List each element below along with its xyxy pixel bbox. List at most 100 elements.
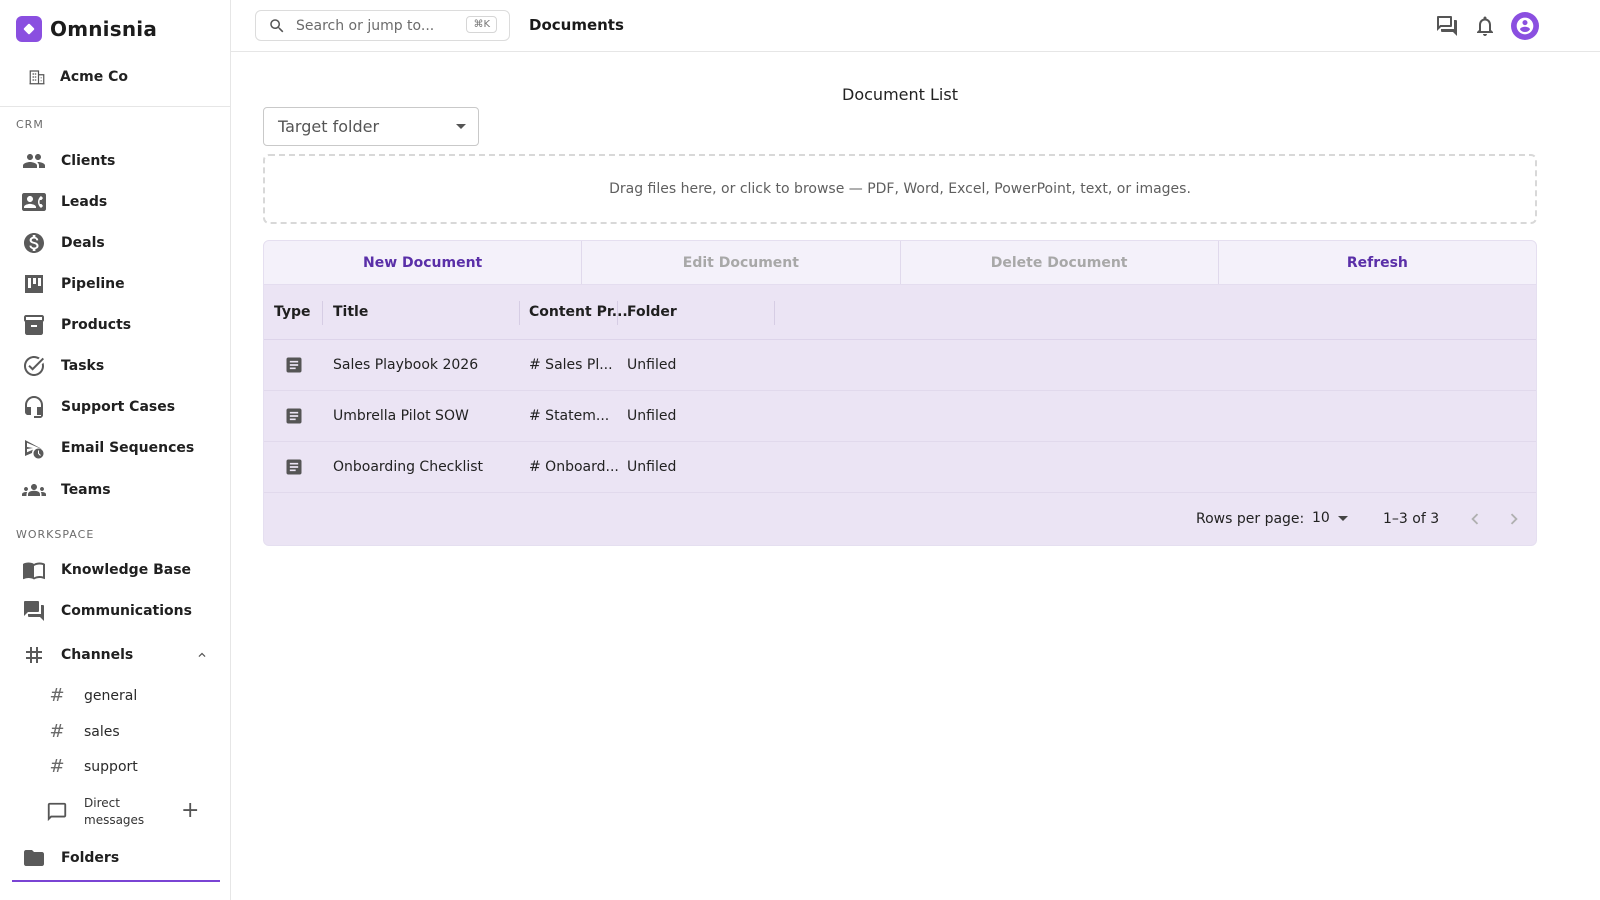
crm-section-label: CRM — [16, 118, 44, 131]
hash-icon: # — [49, 685, 65, 706]
column-separator[interactable] — [774, 301, 775, 325]
caret-down-icon — [456, 124, 466, 129]
sidebar: Omnisnia Acme Co CRM Clients Leads Deals… — [0, 0, 231, 900]
file-dropzone[interactable]: Drag files here, or click to browse — PD… — [263, 154, 1537, 224]
column-separator[interactable] — [617, 301, 618, 325]
column-separator[interactable] — [519, 301, 520, 325]
sidebar-item-clients[interactable]: Clients — [22, 149, 115, 173]
row-title: Onboarding Checklist — [333, 459, 484, 475]
column-separator[interactable] — [322, 301, 323, 325]
target-folder-select[interactable]: Target folder — [263, 107, 479, 146]
org-name: Acme Co — [60, 69, 128, 85]
chat-bubble-icon — [47, 802, 67, 822]
sidebar-item-leads[interactable]: Leads — [22, 190, 107, 214]
channel-label: support — [84, 758, 138, 775]
channel-item-sales[interactable]: # sales — [48, 721, 119, 742]
row-content-preview: # Statem... — [529, 408, 610, 424]
contact-card-icon — [22, 193, 46, 211]
dropzone-text: Drag files here, or click to browse — PD… — [609, 181, 1191, 197]
main-content: Document List Target folder Drag files h… — [231, 52, 1600, 900]
active-indicator — [12, 880, 220, 882]
direct-messages-item[interactable]: Direct messages — [46, 795, 154, 829]
bell-icon — [1477, 16, 1493, 36]
brand[interactable]: Omnisnia — [16, 16, 157, 42]
sidebar-item-folders[interactable]: Folders — [22, 846, 119, 870]
hash-icon: # — [49, 756, 65, 777]
channel-item-general[interactable]: # general — [48, 685, 137, 706]
column-header-content-preview[interactable]: Content Pr... — [529, 304, 628, 320]
sidebar-item-label: Pipeline — [61, 276, 125, 292]
workspace-section-label: WORKSPACE — [16, 528, 95, 541]
sidebar-item-deals[interactable]: Deals — [22, 231, 105, 255]
sidebar-item-label: Knowledge Base — [61, 562, 192, 578]
user-icon — [1516, 17, 1534, 35]
sidebar-item-channels[interactable]: Channels — [22, 643, 133, 667]
search-input[interactable] — [296, 17, 466, 34]
row-content-preview: # Onboard... — [529, 459, 619, 475]
sidebar-item-products[interactable]: Products — [22, 313, 131, 337]
target-folder-placeholder: Target folder — [278, 117, 380, 136]
sidebar-item-pipeline[interactable]: Pipeline — [22, 272, 125, 296]
rows-per-page-value: 10 — [1312, 510, 1330, 526]
search-box[interactable]: ⌘K — [255, 10, 510, 41]
search-icon — [270, 18, 284, 32]
next-page-button[interactable] — [1503, 508, 1525, 530]
book-icon — [23, 562, 45, 580]
topbar: ⌘K Documents — [231, 0, 1600, 52]
sidebar-item-email-sequences[interactable]: Email Sequences — [22, 436, 194, 460]
brand-name: Omnisnia — [50, 17, 158, 41]
sidebar-item-label: Email Sequences — [61, 440, 195, 456]
sidebar-item-support-cases[interactable]: Support Cases — [22, 395, 175, 419]
check-circle-icon — [24, 356, 44, 376]
brand-logo-icon — [16, 16, 42, 42]
hash-icon: # — [49, 721, 65, 742]
document-icon — [284, 405, 304, 427]
row-title: Umbrella Pilot SOW — [333, 408, 469, 424]
sidebar-item-label: Leads — [61, 194, 108, 210]
column-header-type[interactable]: Type — [274, 304, 311, 320]
groups-icon — [22, 484, 46, 496]
sidebar-item-label: Teams — [61, 482, 111, 498]
forum-icon — [24, 601, 44, 621]
channel-item-support[interactable]: # support — [48, 756, 138, 777]
messages-button[interactable] — [1435, 14, 1459, 38]
delete-document-button[interactable]: Delete Document — [901, 241, 1219, 284]
document-icon — [284, 354, 304, 376]
page-title: Documents — [529, 16, 624, 34]
new-document-button[interactable]: New Document — [264, 241, 583, 284]
direct-messages-label: Direct messages — [84, 796, 145, 827]
row-title: Sales Playbook 2026 — [333, 357, 479, 373]
avatar[interactable] — [1511, 12, 1539, 40]
sidebar-item-knowledge-base[interactable]: Knowledge Base — [22, 558, 191, 582]
sidebar-item-label: Clients — [61, 153, 116, 169]
pagination-range: 1–3 of 3 — [1383, 511, 1440, 527]
row-folder: Unfiled — [627, 459, 677, 475]
table-row[interactable]: Onboarding Checklist # Onboard... Unfile… — [264, 442, 1536, 493]
folder-icon — [24, 850, 44, 866]
documents-table: New Document Edit Document Delete Docume… — [263, 240, 1537, 546]
org-switcher[interactable]: Acme Co — [28, 68, 128, 86]
edit-document-button[interactable]: Edit Document — [582, 241, 901, 284]
table-row[interactable]: Umbrella Pilot SOW # Statem... Unfiled — [264, 391, 1536, 442]
table-row[interactable]: Sales Playbook 2026 # Sales Pl... Unfile… — [264, 340, 1536, 391]
notifications-button[interactable] — [1473, 14, 1497, 38]
hash-icon — [26, 647, 42, 663]
chevron-up-icon[interactable] — [195, 648, 209, 662]
rows-per-page-select[interactable]: 10 — [1312, 510, 1348, 526]
table-actions: New Document Edit Document Delete Docume… — [264, 241, 1536, 285]
sidebar-item-label: Channels — [61, 647, 134, 663]
document-icon — [284, 456, 304, 478]
sidebar-item-label: Tasks — [61, 358, 105, 374]
people-icon — [23, 154, 45, 168]
previous-page-button[interactable] — [1464, 508, 1486, 530]
sidebar-item-tasks[interactable]: Tasks — [22, 354, 104, 378]
column-header-folder[interactable]: Folder — [627, 304, 677, 320]
sidebar-item-communications[interactable]: Communications — [22, 599, 192, 623]
refresh-button[interactable]: Refresh — [1219, 241, 1536, 284]
sidebar-item-label: Support Cases — [61, 399, 176, 415]
add-direct-message-icon[interactable]: + — [181, 800, 199, 822]
sidebar-item-teams[interactable]: Teams — [22, 478, 111, 502]
sidebar-item-label: Folders — [61, 850, 120, 866]
forum-icon — [1437, 16, 1457, 36]
column-header-title[interactable]: Title — [333, 304, 368, 320]
